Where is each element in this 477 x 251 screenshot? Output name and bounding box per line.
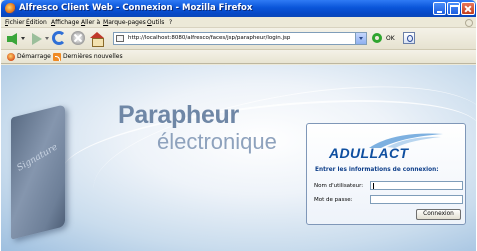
login-panel: ADULLACT Entrer les informations de conn… [306, 123, 466, 225]
username-input[interactable] [370, 181, 463, 190]
brand-subtitle: électronique [157, 129, 277, 154]
text-caret [373, 183, 374, 189]
bookmark-demarrage[interactable]: Démarrage [7, 53, 51, 61]
navigation-toolbar: http://localhost:8080/alfresco/faces/jsp… [1, 28, 476, 50]
reload-icon[interactable] [52, 31, 66, 45]
maximize-button[interactable] [447, 2, 460, 15]
menu-affichage[interactable]: Affichage [51, 19, 79, 26]
menu-edition[interactable]: Édition [26, 19, 47, 26]
window-title: Alfresco Client Web - Connexion - Mozill… [19, 3, 253, 13]
activity-throbber-icon [462, 17, 474, 28]
username-label: Nom d'utilisateur: [314, 183, 364, 189]
page-content: Signature Parapheur électronique ADULLAC… [1, 65, 476, 251]
bookmark-dernieres-nouvelles[interactable]: Dernières nouvelles [53, 53, 123, 61]
back-history-dropdown-icon[interactable] [21, 37, 25, 40]
back-arrow-icon[interactable] [7, 33, 17, 45]
menu-help[interactable]: ? [169, 19, 172, 26]
title-bar: Alfresco Client Web - Connexion - Mozill… [1, 0, 476, 17]
menu-fichier[interactable]: Fichier [5, 19, 25, 26]
bookmark-label: Démarrage [17, 53, 51, 60]
close-button[interactable] [461, 2, 475, 15]
password-input[interactable] [370, 195, 463, 204]
menu-aller-a[interactable]: Aller à [81, 19, 100, 26]
bookmarks-toolbar: Démarrage Dernières nouvelles [1, 50, 476, 64]
connexion-button[interactable]: Connexion [416, 209, 461, 220]
page-favicon-icon [116, 35, 124, 42]
address-bar[interactable]: http://localhost:8080/alfresco/faces/jsp… [113, 32, 367, 45]
browser-window: Alfresco Client Web - Connexion - Mozill… [1, 0, 476, 251]
menu-marque-pages[interactable]: Marque-pages [103, 19, 146, 26]
address-input[interactable]: http://localhost:8080/alfresco/faces/jsp… [128, 35, 290, 41]
brand-title: Parapheur [118, 101, 239, 129]
go-button-label[interactable]: OK [386, 35, 395, 42]
stop-icon[interactable] [71, 31, 85, 45]
firefox-icon [5, 3, 16, 14]
rss-feed-icon [53, 53, 61, 61]
minimize-button[interactable] [433, 2, 446, 15]
bookmark-label: Dernières nouvelles [63, 53, 123, 60]
forward-history-dropdown-icon[interactable] [45, 37, 49, 40]
menu-bar: Fichier Édition Affichage Aller à Marque… [1, 17, 476, 28]
adullact-logo: ADULLACT [329, 145, 409, 161]
search-icon[interactable] [403, 32, 415, 44]
login-heading: Entrer les informations de connexion: [315, 167, 439, 173]
home-icon[interactable] [90, 32, 104, 47]
password-label: Mot de passe: [314, 197, 353, 203]
go-icon[interactable] [372, 33, 382, 43]
firefox-bookmark-icon [7, 53, 15, 61]
signature-book-image: Signature [5, 104, 71, 250]
menu-outils[interactable]: Outils [147, 19, 164, 26]
forward-arrow-icon[interactable] [32, 33, 42, 45]
address-dropdown-icon[interactable] [355, 33, 366, 44]
